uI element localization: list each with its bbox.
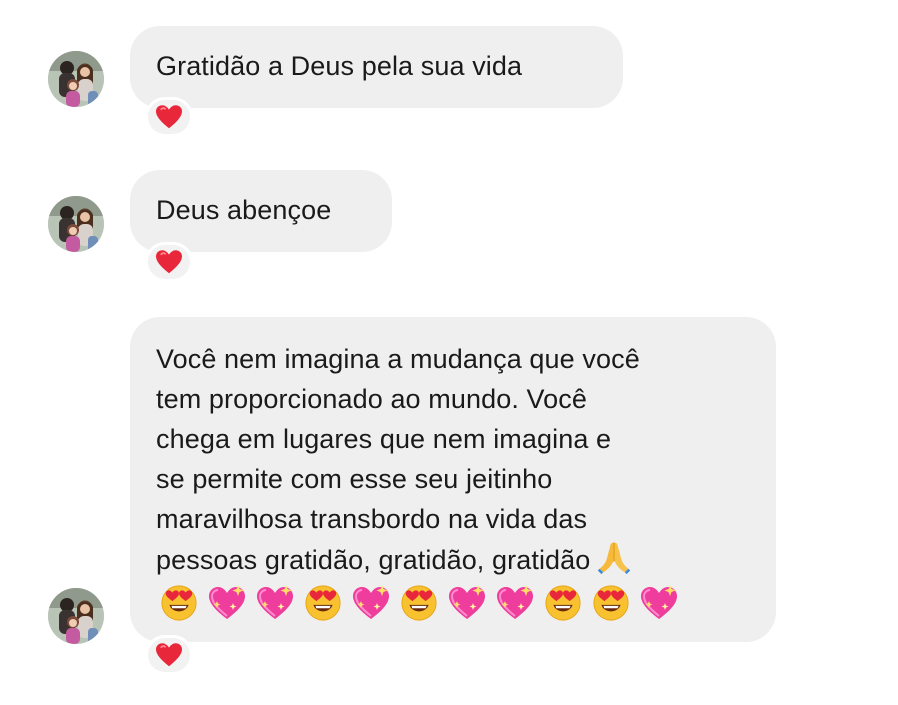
sparkling-heart-icon xyxy=(252,582,298,624)
heart-eyes-icon xyxy=(300,582,346,624)
avatar-photo-icon xyxy=(48,51,104,107)
message-text: Deus abençoe xyxy=(156,190,366,230)
message-line: Deus abençoe xyxy=(156,195,332,225)
sparkling-heart-icon xyxy=(636,582,682,624)
message-text: Gratidão a Deus pela sua vida xyxy=(156,46,597,86)
heart-reaction[interactable] xyxy=(145,242,193,282)
heart-eyes-icon xyxy=(156,582,202,624)
message-line: chega em lugares que nem imagina e xyxy=(156,424,612,454)
message-bubble[interactable]: Deus abençoe xyxy=(130,170,392,252)
sender-avatar[interactable] xyxy=(48,196,104,252)
sparkling-heart-icon xyxy=(444,582,490,624)
heart-icon xyxy=(155,642,183,668)
emoji-row xyxy=(156,582,752,624)
message-bubble[interactable]: Gratidão a Deus pela sua vida xyxy=(130,26,623,108)
sparkling-heart-icon xyxy=(492,582,538,624)
sparkling-heart-icon xyxy=(204,582,250,624)
heart-eyes-icon xyxy=(588,582,634,624)
message-line: maravilhosa transbordo na vida das xyxy=(156,504,588,534)
heart-eyes-icon xyxy=(396,582,442,624)
message-bubble[interactable]: Você nem imagina a mudança que você tem … xyxy=(130,317,776,642)
folded-hands-icon xyxy=(596,539,632,575)
message-line: tem proporcionado ao mundo. Você xyxy=(156,384,587,414)
message-line: Gratidão a Deus pela sua vida xyxy=(156,51,523,81)
sparkling-heart-icon xyxy=(348,582,394,624)
message-line: Você nem imagina a mudança que você xyxy=(156,344,640,374)
avatar-photo-icon xyxy=(48,196,104,252)
heart-reaction[interactable] xyxy=(145,97,193,137)
sender-avatar[interactable] xyxy=(48,51,104,107)
message-text: Você nem imagina a mudança que você tem … xyxy=(156,339,752,580)
heart-reaction[interactable] xyxy=(145,635,193,675)
heart-icon xyxy=(155,249,183,275)
message-line-with-emoji: pessoas gratidão, gratidão, gratidão xyxy=(156,539,752,580)
message-line: pessoas gratidão, gratidão, gratidão xyxy=(156,545,591,575)
message-line: se permite com esse seu jeitinho xyxy=(156,464,553,494)
sender-avatar[interactable] xyxy=(48,588,104,644)
avatar-photo-icon xyxy=(48,588,104,644)
heart-icon xyxy=(155,104,183,130)
heart-eyes-icon xyxy=(540,582,586,624)
